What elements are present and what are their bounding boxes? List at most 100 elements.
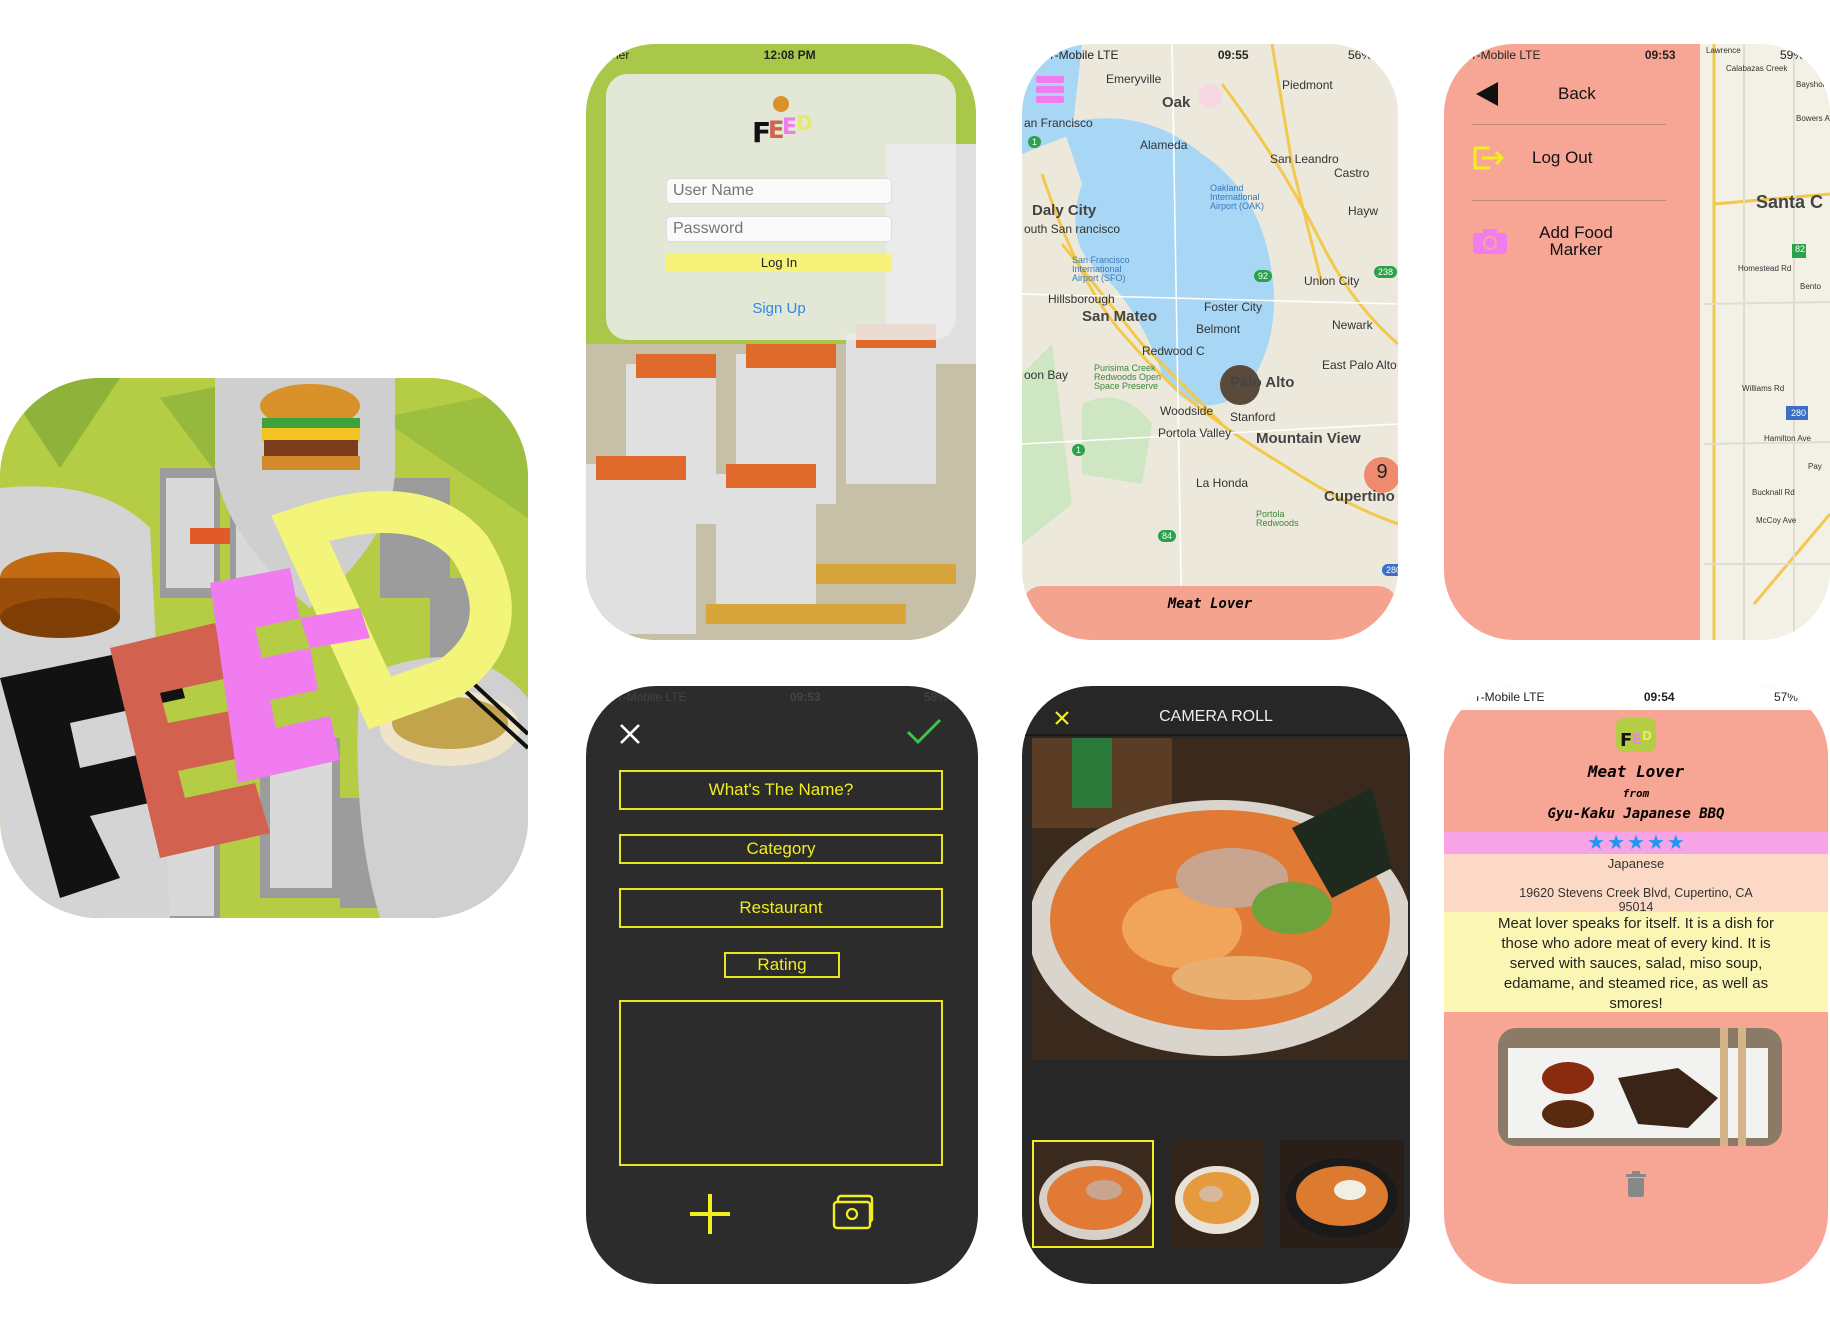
login-card: F E E D Log In Sign Up [606, 74, 956, 340]
feed-logo: F E D [1616, 718, 1656, 752]
map-place-label: San Francisco International Airport (SFO… [1072, 255, 1130, 283]
map-screen: 9 T-Mobile LTE 09:55 56% Meat Lover Emer… [1022, 44, 1398, 640]
status-carrier: T-Mobile LTE [1470, 48, 1541, 62]
status-carrier: rier [612, 48, 630, 62]
map-place-label: oon Bay [1024, 368, 1069, 382]
svg-text:D: D [1642, 729, 1652, 743]
cuisine-label: Japanese [1607, 856, 1665, 871]
menu-button[interactable] [1036, 76, 1064, 104]
back-button[interactable]: Back [1472, 72, 1708, 116]
category-field[interactable]: Category [619, 834, 943, 864]
status-carrier: T-Mobile LTE [1474, 690, 1545, 704]
map-place-label: East Palo Alto [1322, 358, 1397, 372]
status-time: 09:53 [1644, 48, 1676, 62]
selected-photo-preview [1032, 738, 1408, 1060]
description-textarea[interactable] [619, 1000, 943, 1166]
star-icon: ★ [1666, 832, 1685, 854]
map-place-label: Mountain View [1256, 430, 1361, 447]
status-time: 09:55 [1217, 48, 1249, 62]
status-bar: T-Mobile LTE 09:54 57% [1444, 690, 1828, 708]
map-view[interactable] [1022, 44, 1398, 640]
selected-marker-name: Meat Lover [1167, 596, 1253, 612]
svg-text:E: E [782, 115, 797, 140]
map-place-label: San Leandro [1270, 152, 1339, 166]
map-place-label: Bento [1800, 282, 1821, 291]
highway-shield: 92 [1254, 270, 1273, 282]
map-place-label: Union City [1304, 274, 1360, 288]
star-icon: ★ [1587, 832, 1606, 854]
photo-library-icon[interactable] [832, 1194, 876, 1232]
category-field-label: Category [746, 839, 816, 858]
camera-roll-title: CAMERA ROLL [1159, 708, 1273, 725]
photo-thumbnail[interactable] [1280, 1140, 1404, 1248]
restaurant-field[interactable]: Restaurant [619, 888, 943, 928]
rating-field-label: Rating [757, 955, 807, 974]
status-bar: T-Mobile LTE 09:53 59% [1444, 48, 1830, 66]
map-place-label: Alameda [1140, 138, 1188, 152]
map-place-label: Hayw [1348, 204, 1379, 218]
map-place-label: La Honda [1196, 476, 1249, 490]
map-place-label: Santa C [1756, 192, 1824, 212]
trash-icon[interactable] [1624, 1170, 1648, 1198]
map-place-label: Portola Redwoods [1256, 509, 1299, 528]
map-place-label: Hamilton Ave [1764, 434, 1811, 443]
map-place-label: Redwood C [1142, 344, 1205, 358]
status-battery: 59% [1779, 48, 1804, 62]
add-food-marker-button[interactable]: Add Food Marker [1472, 216, 1708, 266]
highway-shield: 84 [1158, 530, 1177, 542]
confirm-check-icon[interactable] [906, 718, 942, 746]
map-place-label: Palo Alto [1230, 374, 1295, 391]
restaurant-name: Gyu-Kaku Japanese BBQ [1547, 806, 1725, 822]
food-photo [1498, 1028, 1782, 1146]
login-button-label: Log In [760, 255, 798, 270]
map-place-label: Belmont [1196, 322, 1241, 336]
camera-roll-screen: CAMERA ROLL [1022, 686, 1410, 1284]
dish-name: Meat Lover [1587, 762, 1685, 781]
rating-stars: ★ ★ ★ ★ ★ [1444, 832, 1828, 854]
status-time: 09:54 [1643, 690, 1675, 704]
add-icon[interactable] [688, 1192, 732, 1236]
photo-thumbnail[interactable] [1171, 1140, 1263, 1248]
selected-marker-bar[interactable]: Meat Lover [1022, 586, 1398, 640]
map-place-label: Hillsborough [1048, 292, 1115, 306]
status-carrier: T-Mobile LTE [1048, 48, 1119, 62]
login-button[interactable]: Log In [666, 254, 892, 272]
signup-link[interactable]: Sign Up [716, 300, 842, 317]
password-field[interactable] [666, 216, 892, 242]
cluster-count: 9 [1376, 461, 1388, 483]
map-place-label: Emeryville [1106, 72, 1162, 86]
back-arrow-icon [1476, 82, 1498, 106]
from-label: from [1622, 787, 1650, 800]
map-place-label: Purisima Creek Redwoods Open Space Prese… [1094, 363, 1162, 391]
close-icon[interactable] [1054, 710, 1070, 726]
highway-shield: 238 [1374, 266, 1398, 278]
add-food-marker-label: Add Food Marker [1539, 223, 1613, 259]
map-place-label: Newark [1332, 318, 1373, 332]
svg-text:F: F [1620, 730, 1632, 751]
photo-thumbnail[interactable] [1032, 1140, 1154, 1248]
login-screen: rier 12:08 PM F E E D Log In Sign Up [586, 44, 976, 640]
map-place-label: Foster City [1204, 300, 1263, 314]
map-place-label: Stanford [1230, 410, 1276, 424]
logout-button[interactable]: Log Out [1472, 136, 1708, 180]
camera-icon [1473, 229, 1507, 254]
map-place-label: Bucknall Rd [1752, 488, 1795, 497]
status-battery: 56% [1347, 48, 1372, 62]
status-battery: 58% [923, 690, 948, 704]
app-icon-artwork [0, 378, 528, 918]
map-place-label: Daly City [1032, 202, 1097, 219]
map-place-label: Woodside [1160, 404, 1214, 418]
close-icon[interactable] [618, 722, 642, 746]
name-field[interactable]: What's The Name? [619, 770, 943, 810]
username-field[interactable] [666, 178, 892, 204]
highway-shield: 1 [1072, 444, 1086, 456]
map-place-label: Cupertino [1324, 488, 1395, 505]
map-place-label: Oakland International Airport (OAK) [1210, 183, 1265, 211]
logout-icon [1473, 146, 1505, 170]
star-icon: ★ [1627, 832, 1645, 854]
map-place-label: Williams Rd [1742, 384, 1785, 393]
rating-field[interactable]: Rating [724, 952, 840, 978]
map-place-label: Portola Valley [1158, 426, 1232, 440]
restaurant-field-label: Restaurant [739, 898, 823, 917]
logout-label: Log Out [1532, 148, 1593, 167]
